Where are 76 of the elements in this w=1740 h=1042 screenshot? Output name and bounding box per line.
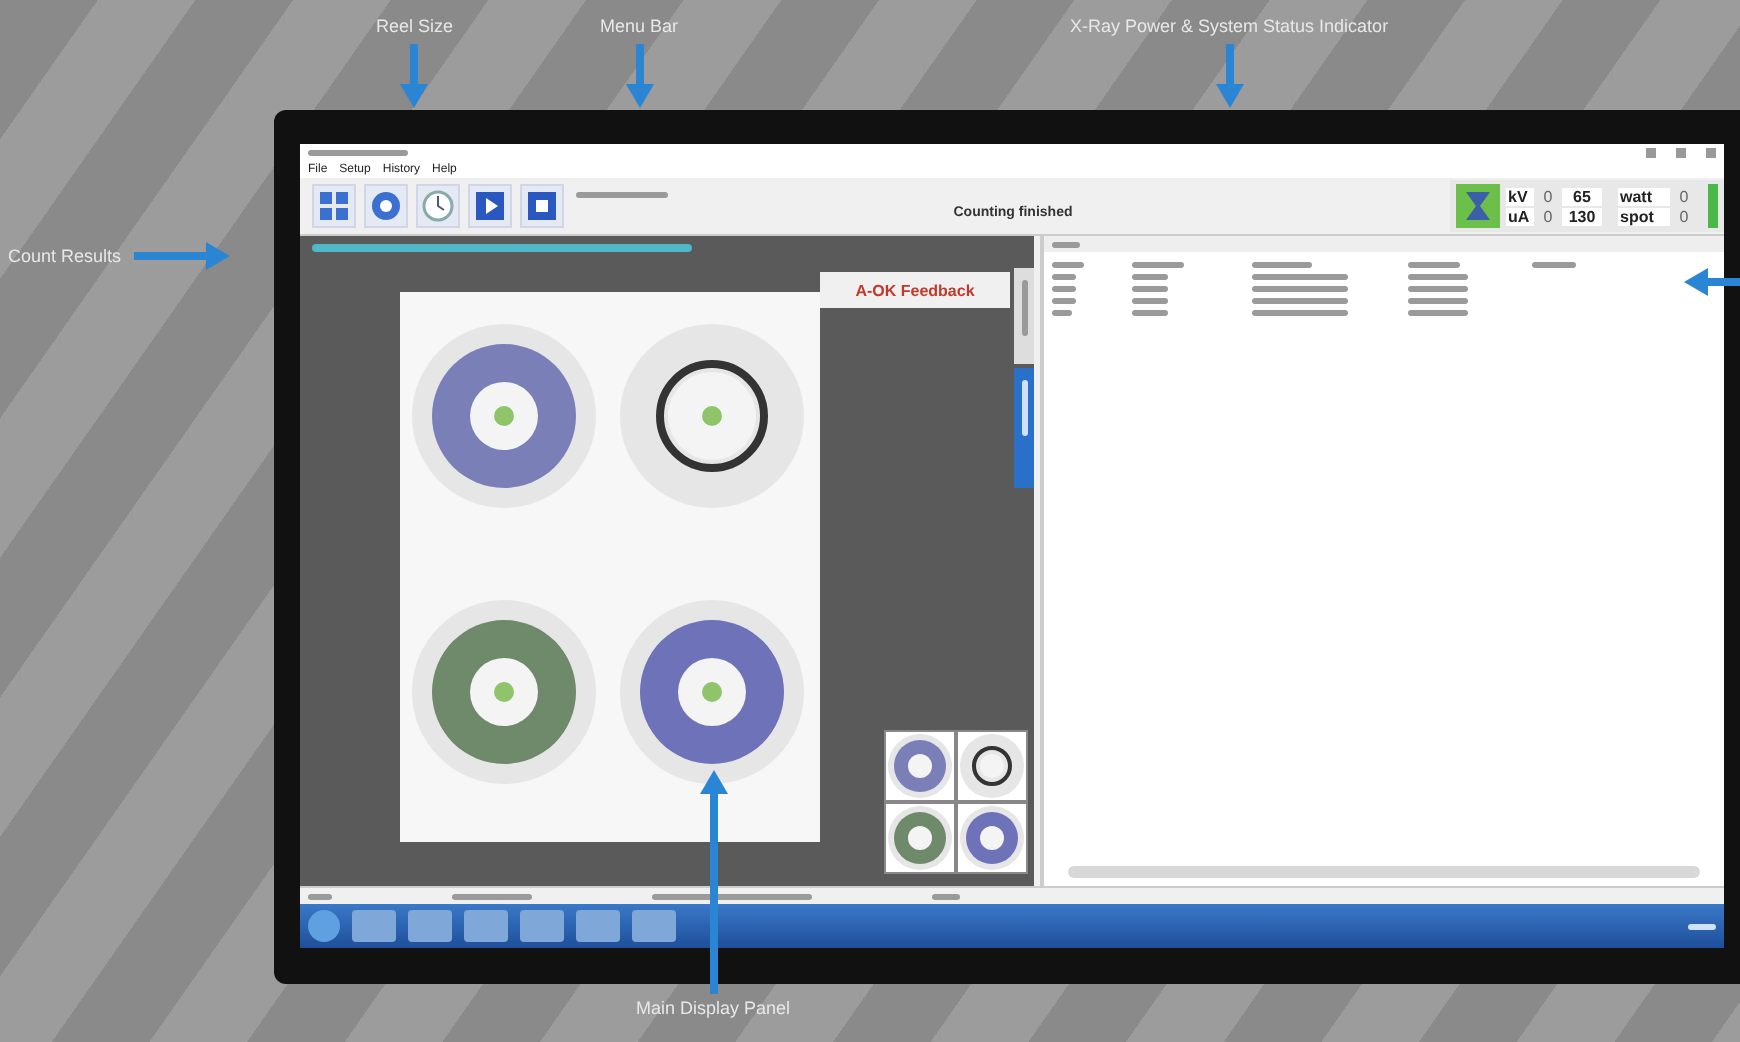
callout-arrow	[1684, 268, 1740, 296]
blurred-text	[1252, 262, 1312, 268]
xray-label: uA	[1506, 207, 1534, 225]
reel-button[interactable]	[364, 184, 408, 228]
blurred-text	[1252, 286, 1348, 292]
blurred-text	[1132, 274, 1168, 280]
indicator-light	[1708, 184, 1718, 228]
callout-label: Reel Size	[376, 16, 454, 36]
blurred-text	[1132, 310, 1168, 316]
blurred-text	[1408, 286, 1468, 292]
side-tab[interactable]	[1014, 368, 1034, 488]
xray-value: 0	[1677, 187, 1691, 205]
xray-value: 0	[1541, 187, 1555, 205]
feedback-banner: A-OK Feedback	[820, 272, 1010, 308]
callout-arrow	[625, 44, 654, 108]
callout-label: X-Ray Power & System Status Indicator	[1070, 16, 1389, 36]
xray-value: 0	[1541, 207, 1555, 225]
blurred-text	[1532, 262, 1576, 268]
minimize-icon[interactable]	[1646, 148, 1656, 158]
blurred-text	[1052, 286, 1076, 292]
xray-value: 0	[1677, 207, 1691, 225]
blurred-text	[1052, 274, 1076, 280]
taskbar-app-icon[interactable]	[576, 910, 620, 942]
blurred-text	[1252, 274, 1348, 280]
callout-arrow	[133, 242, 230, 270]
xray-label: kV	[1506, 187, 1534, 205]
callout-arrow	[400, 44, 429, 108]
blurred-text	[452, 893, 532, 899]
blurred-text	[1021, 280, 1027, 336]
play-button[interactable]	[468, 184, 512, 228]
blurred-text	[1052, 241, 1080, 247]
play-icon	[472, 188, 508, 224]
taskbar-app-icon[interactable]	[464, 910, 508, 942]
blurred-text	[308, 150, 408, 156]
blurred-text	[1132, 262, 1184, 268]
blurred-text	[1408, 262, 1460, 268]
taskbar-app-icon[interactable]	[408, 910, 452, 942]
blurred-text	[1132, 298, 1168, 304]
stop-button[interactable]	[520, 184, 564, 228]
blurred-text	[1252, 310, 1348, 316]
xray-label: spot	[1618, 207, 1670, 225]
stop-icon	[524, 188, 560, 224]
blurred-text	[308, 893, 332, 899]
maximize-icon[interactable]	[1676, 148, 1686, 158]
blurred-text	[932, 893, 960, 899]
callout-label: Menu Bar	[600, 16, 679, 36]
hourglass-icon	[1456, 184, 1500, 228]
callout-label: Main Display Panel	[636, 998, 791, 1018]
grid-icon	[316, 188, 352, 224]
blurred-text	[1021, 380, 1027, 436]
taskbar-app-icon[interactable]	[352, 910, 396, 942]
xray-label: watt	[1618, 187, 1670, 205]
blurred-text	[1132, 286, 1168, 292]
blurred-text	[1408, 310, 1468, 316]
side-tab[interactable]	[1014, 268, 1034, 364]
blurred-text	[576, 192, 668, 198]
reel-icon	[368, 188, 404, 224]
callout-label: Count Results	[8, 246, 122, 266]
blurred-text	[1052, 298, 1076, 304]
clock-icon	[420, 188, 456, 224]
blurred-text	[1252, 298, 1348, 304]
thumbnail-grid	[884, 730, 1028, 874]
horizontal-scrollbar[interactable]	[1068, 866, 1700, 878]
blurred-text	[1052, 310, 1072, 316]
blurred-text	[1688, 923, 1716, 929]
xray-setpoint: 65	[1562, 187, 1602, 205]
close-icon[interactable]	[1706, 148, 1716, 158]
blurred-text	[1052, 262, 1084, 268]
blurred-text	[1408, 298, 1468, 304]
blurred-text	[1408, 274, 1468, 280]
callout-arrow	[1215, 44, 1244, 108]
start-button[interactable]	[308, 910, 340, 942]
taskbar-app-icon[interactable]	[632, 910, 676, 942]
grid-button[interactable]	[312, 184, 356, 228]
xray-setpoint: 130	[1562, 207, 1602, 225]
taskbar-app-icon[interactable]	[520, 910, 564, 942]
